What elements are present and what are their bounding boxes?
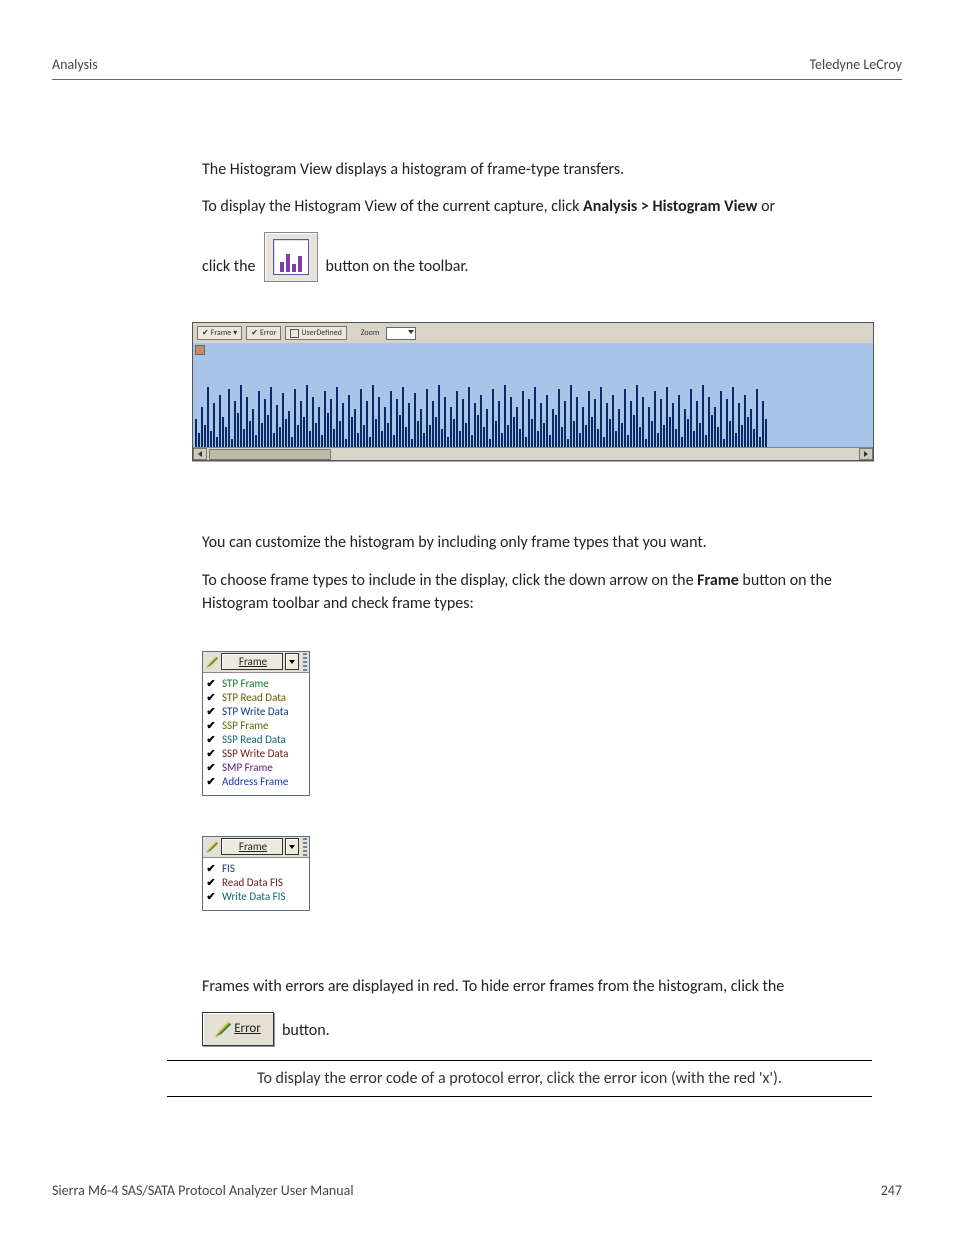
zoom-select[interactable] — [386, 327, 416, 340]
header-left: Analysis — [52, 56, 98, 73]
scroll-right-arrow[interactable] — [859, 448, 873, 460]
text: button on the toolbar. — [326, 257, 469, 282]
check-icon: ✔ — [205, 862, 217, 876]
toolbar-grip-icon — [303, 653, 307, 671]
menu-item[interactable]: ✔ SSP Write Data — [205, 747, 305, 761]
menu-item-label: SMP Frame — [222, 761, 273, 775]
menu-item[interactable]: ✔ Read Data FIS — [205, 876, 305, 890]
frame-types-menu-sas: Frame ✔ STP Frame ✔ STP Read Data ✔ STP Write… — [202, 651, 310, 796]
toolbar-grip-icon — [303, 838, 307, 856]
toolbar-frame-button[interactable]: ✔Frame▾ — [197, 326, 242, 340]
menu-item[interactable]: ✔ STP Read Data — [205, 691, 305, 705]
menu-item-label: STP Write Data — [222, 705, 289, 719]
histogram-toolbar-button[interactable] — [264, 232, 318, 282]
menu-item-label: SSP Read Data — [222, 733, 286, 747]
horizontal-scrollbar[interactable] — [193, 447, 873, 460]
check-icon: ✔ — [205, 705, 217, 719]
scroll-thumb[interactable] — [209, 449, 331, 460]
menu-item[interactable]: ✔ SMP Frame — [205, 761, 305, 775]
histogram-bars — [193, 357, 873, 447]
menu-item-label: Read Data FIS — [222, 876, 283, 890]
marker-strip — [193, 343, 873, 357]
label: Frame — [211, 327, 232, 339]
scroll-left-arrow[interactable] — [193, 448, 207, 460]
text: button. — [282, 1021, 330, 1046]
menu-item[interactable]: ✔ FIS — [205, 862, 305, 876]
inline-row-button: click the button on the toolbar. — [202, 232, 884, 282]
text: To display the Histogram View of the cur… — [202, 197, 583, 216]
frame-types-menu-sata: Frame ✔ FIS ✔ Read Data FIS ✔ Write Data FIS — [202, 836, 310, 911]
menu-item-label: STP Read Data — [222, 691, 286, 705]
check-icon: ✔ — [205, 890, 217, 904]
error-button-label: Error — [234, 1020, 261, 1039]
menu-item-label: Address Frame — [222, 775, 288, 789]
histogram-toolbar: ✔Frame▾ ✔Error UserDefined Zoom — [193, 323, 873, 343]
menu-item[interactable]: ✔ STP Write Data — [205, 705, 305, 719]
frame-dropdown-arrow[interactable] — [285, 653, 299, 670]
menu-item-label: SSP Frame — [222, 719, 268, 733]
menu-item-label: SSP Write Data — [222, 747, 288, 761]
note-band: To display the error code of a protocol … — [167, 1060, 872, 1097]
histogram-icon — [273, 239, 309, 275]
frame-button[interactable]: Frame — [221, 653, 283, 670]
check-icon: ✔ — [205, 733, 217, 747]
check-icon: ✔ — [205, 876, 217, 890]
text: or — [757, 197, 775, 216]
error-button[interactable]: Error — [202, 1012, 274, 1046]
menu-item[interactable]: ✔ Address Frame — [205, 775, 305, 789]
menu-item-label: FIS — [222, 862, 235, 876]
check-icon: ✔ — [205, 691, 217, 705]
footer-page-number: 247 — [881, 1182, 902, 1199]
menu-list: ✔ FIS ✔ Read Data FIS ✔ Write Data FIS — [203, 858, 309, 910]
menu-list: ✔STP Frame✔STP Read Data✔STP Write Data✔… — [203, 673, 309, 795]
paragraph-customize: You can customize the histogram by inclu… — [202, 531, 884, 554]
pencil-icon — [215, 1021, 231, 1037]
paragraph-howto-open: To display the Histogram View of the cur… — [202, 195, 884, 218]
label: Error — [260, 327, 276, 339]
pencil-icon — [205, 840, 219, 854]
pencil-icon — [205, 655, 219, 669]
toolbar-userdefined-button[interactable]: UserDefined — [285, 326, 346, 340]
menu-header: Frame — [203, 837, 309, 858]
check-icon: ✔ — [205, 775, 217, 789]
paragraph-choose-types: To choose frame types to include in the … — [202, 569, 884, 615]
inline-row-error-button: Error button. — [202, 1012, 884, 1046]
page-header: Analysis Teledyne LeCroy — [52, 56, 902, 80]
footer-title: Sierra M6-4 SAS/SATA Protocol Analyzer U… — [52, 1182, 354, 1199]
menu-item[interactable]: ✔ SSP Frame — [205, 719, 305, 733]
paragraph-errors: Frames with errors are displayed in red.… — [202, 975, 884, 998]
menu-item[interactable]: ✔ Write Data FIS — [205, 890, 305, 904]
check-icon: ✔ — [205, 747, 217, 761]
check-icon: ✔ — [205, 761, 217, 775]
histogram-view-screenshot: ✔Frame▾ ✔Error UserDefined Zoom — [192, 322, 874, 461]
toolbar-error-button[interactable]: ✔Error — [246, 326, 281, 340]
text: click the — [202, 257, 256, 282]
menu-header: Frame — [203, 652, 309, 673]
menu-path: Analysis > Histogram View — [583, 197, 757, 216]
header-right: Teledyne LeCroy — [809, 56, 902, 73]
menu-item-label: Write Data FIS — [222, 890, 285, 904]
menu-item-label: STP Frame — [222, 677, 269, 691]
body-content: The Histogram View displays a histogram … — [202, 158, 884, 1046]
frame-bold: Frame — [697, 571, 739, 590]
zoom-label: Zoom — [361, 328, 379, 340]
text: To choose frame types to include in the … — [202, 571, 697, 590]
frame-button[interactable]: Frame — [221, 838, 283, 855]
page-footer: Sierra M6-4 SAS/SATA Protocol Analyzer U… — [52, 1182, 902, 1199]
menu-item[interactable]: ✔ STP Frame — [205, 677, 305, 691]
check-icon: ✔ — [205, 677, 217, 691]
menu-item[interactable]: ✔ SSP Read Data — [205, 733, 305, 747]
label: UserDefined — [301, 327, 341, 339]
paragraph-intro: The Histogram View displays a histogram … — [202, 158, 884, 181]
check-icon: ✔ — [205, 719, 217, 733]
frame-dropdown-arrow[interactable] — [285, 838, 299, 855]
